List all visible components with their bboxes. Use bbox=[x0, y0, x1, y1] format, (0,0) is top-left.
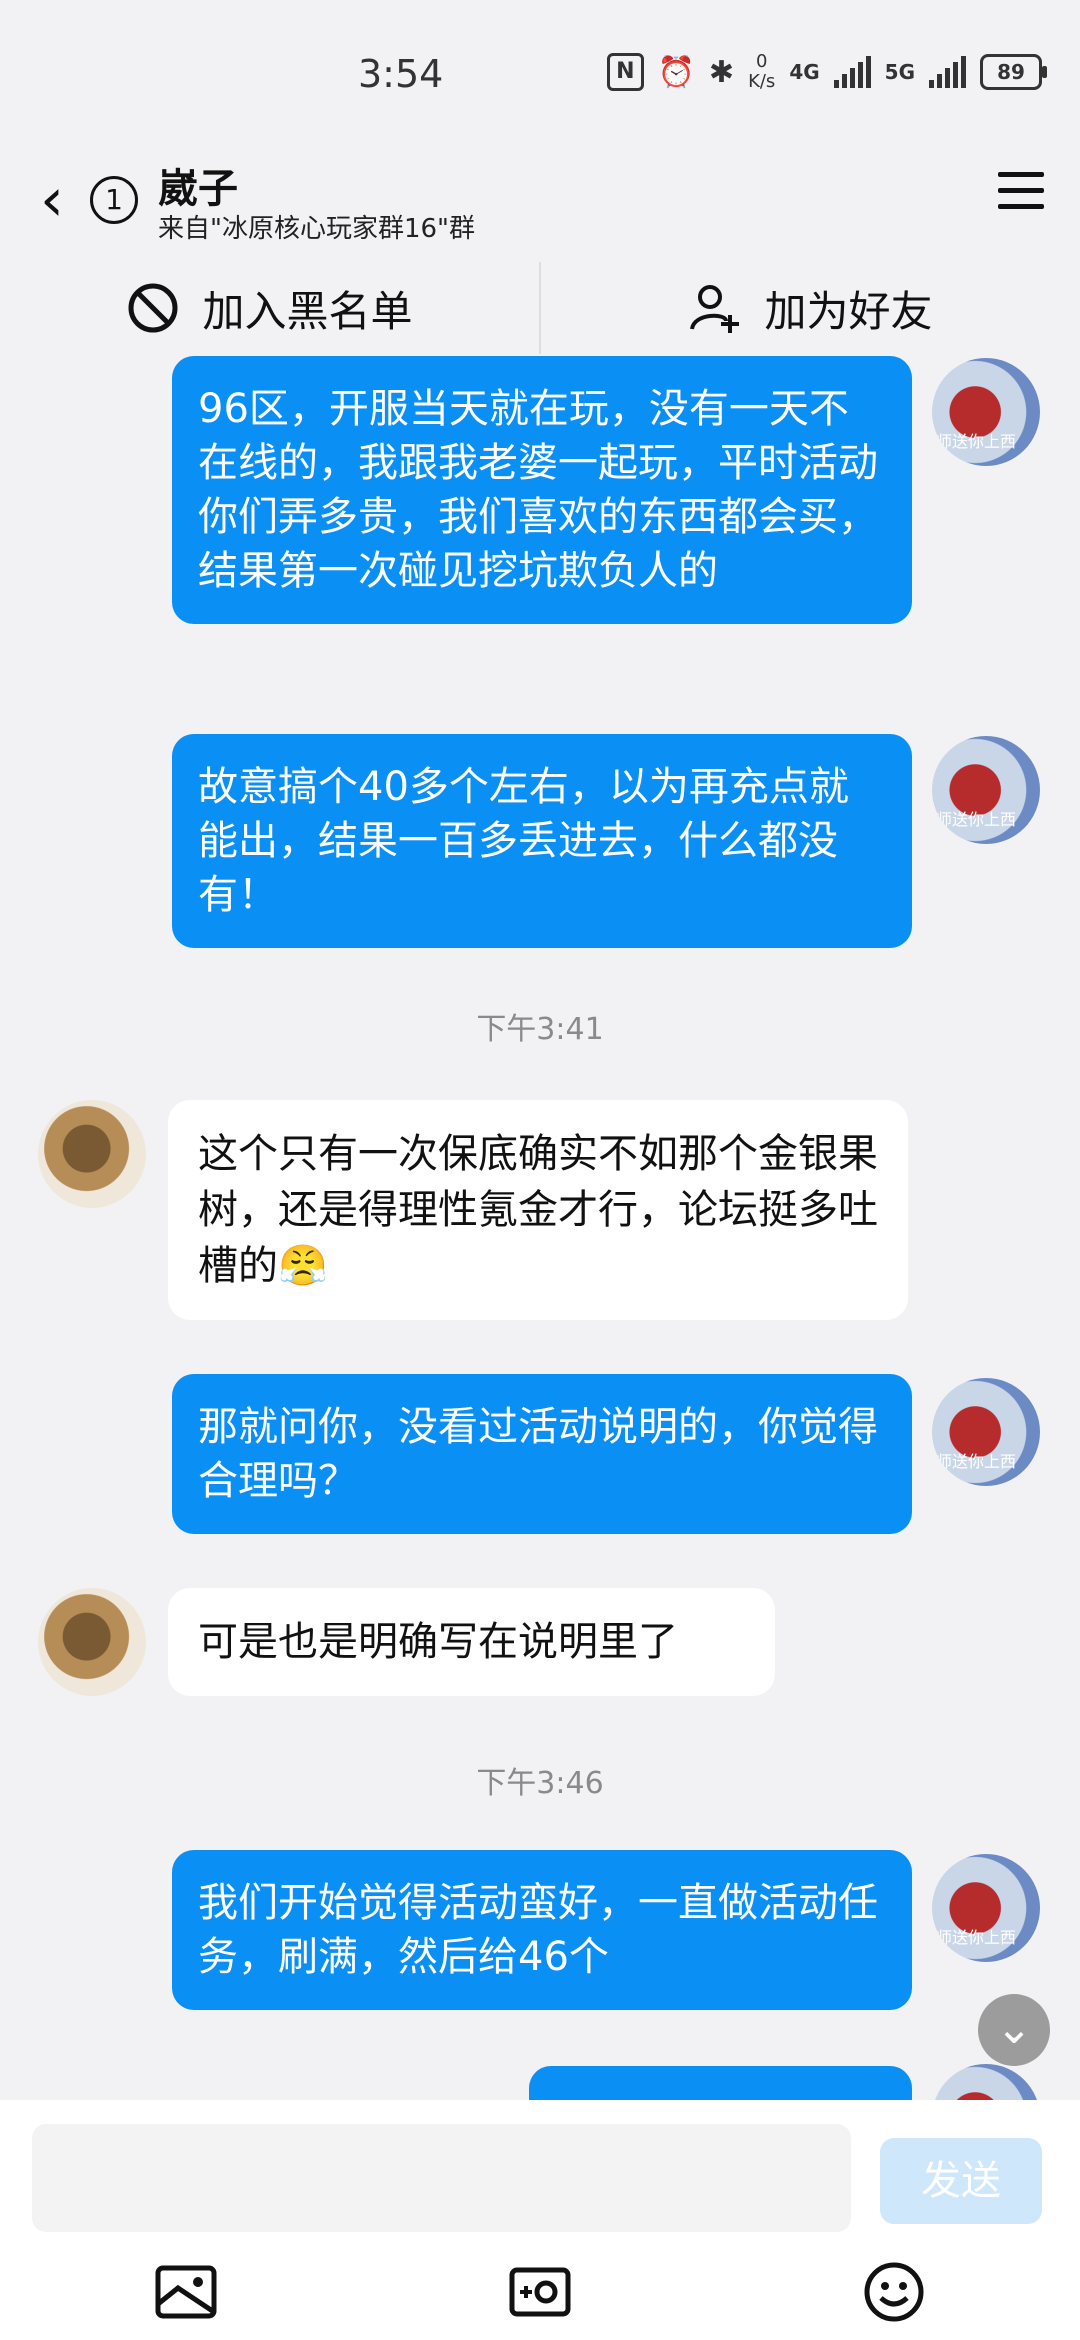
timestamp: 下午3:46 bbox=[476, 1766, 604, 1801]
composer-toolbar bbox=[0, 2250, 1080, 2330]
message-bubble-outgoing[interactable]: 那就问你，没看过活动说明的，你觉得合理吗？ bbox=[172, 1374, 912, 1534]
avatar[interactable]: 师送你上西 bbox=[932, 1854, 1040, 1962]
alarm-icon: ⏰ bbox=[657, 54, 695, 90]
avatar[interactable] bbox=[38, 1588, 146, 1696]
message-bubble-incoming[interactable]: 可是也是明确写在说明里了 bbox=[168, 1588, 775, 1696]
stranger-action-bar: 加入黑名单 加为好友 bbox=[0, 262, 1080, 354]
message-bubble-outgoing[interactable]: 我们开始觉得活动蛮好，一直做活动任务，刷满，然后给46个 bbox=[172, 1850, 912, 2010]
message-bubble-outgoing[interactable]: 96区，开服当天就在玩，没有一天不在线的，我跟我老婆一起玩，平时活动你们弄多贵，… bbox=[172, 356, 912, 624]
network-type-2: 5G bbox=[884, 60, 915, 84]
status-bar: 3:54 N ⏰ ✱ 0 K/s 4G 5G 89 bbox=[0, 0, 1080, 150]
add-to-blacklist-button[interactable]: 加入黑名单 bbox=[0, 262, 539, 354]
avatar[interactable] bbox=[932, 2064, 1040, 2100]
message-bubble-incoming[interactable]: 这个只有一次保底确实不如那个金银果树，还是得理性氪金才行，论坛挺多吐槽的😤 bbox=[168, 1100, 908, 1320]
signal-icon-2 bbox=[929, 56, 966, 88]
message-list[interactable]: 师送你上西 96区，开服当天就在玩，没有一天不在线的，我跟我老婆一起玩，平时活动… bbox=[0, 354, 1080, 2100]
chat-header: ‹ 1 崴子 来自"冰原核心玩家群16"群 bbox=[0, 150, 1080, 260]
camera-icon[interactable] bbox=[508, 2260, 572, 2324]
add-friend-button[interactable]: 加为好友 bbox=[541, 262, 1080, 354]
chevron-left-icon[interactable]: ‹ bbox=[40, 170, 64, 230]
battery-icon: 89 bbox=[980, 54, 1047, 90]
bluetooth-icon: ✱ bbox=[708, 54, 735, 90]
send-button[interactable]: 发送 bbox=[880, 2138, 1042, 2224]
avatar[interactable]: 师送你上西 bbox=[932, 358, 1040, 466]
message-input[interactable] bbox=[32, 2124, 851, 2232]
network-speed: 0 K/s bbox=[748, 51, 776, 92]
emoji-icon[interactable] bbox=[862, 2260, 926, 2324]
scroll-to-bottom-button[interactable]: ⌄ bbox=[978, 1994, 1050, 2066]
status-time: 3:54 bbox=[358, 52, 444, 96]
avatar[interactable]: 师送你上西 bbox=[932, 736, 1040, 844]
unread-count-badge[interactable]: 1 bbox=[90, 176, 138, 224]
add-to-blacklist-label: 加入黑名单 bbox=[202, 286, 413, 336]
signal-icon-1 bbox=[833, 56, 871, 88]
chat-title: 崴子 bbox=[158, 166, 238, 212]
status-icons: N ⏰ ✱ 0 K/s 4G 5G 89 bbox=[607, 51, 1047, 92]
avatar[interactable]: 师送你上西 bbox=[932, 1378, 1040, 1486]
hamburger-menu-icon[interactable] bbox=[998, 172, 1044, 220]
timestamp: 下午3:41 bbox=[476, 1012, 604, 1047]
image-icon[interactable] bbox=[154, 2260, 218, 2324]
block-icon bbox=[128, 283, 178, 333]
avatar[interactable] bbox=[38, 1100, 146, 1208]
add-friend-label: 加为好友 bbox=[764, 286, 933, 336]
composer: 发送 bbox=[0, 2100, 1080, 2340]
message-bubble-outgoing[interactable]: 故意搞个40多个左右，以为再充点就能出，结果一百多丢进去，什么都没有！ bbox=[172, 734, 912, 948]
network-type-1: 4G bbox=[789, 60, 820, 84]
chat-subtitle: 来自"冰原核心玩家群16"群 bbox=[158, 214, 476, 244]
add-user-icon bbox=[690, 285, 740, 333]
message-bubble-outgoing[interactable] bbox=[529, 2066, 912, 2100]
nfc-icon: N bbox=[607, 53, 644, 91]
